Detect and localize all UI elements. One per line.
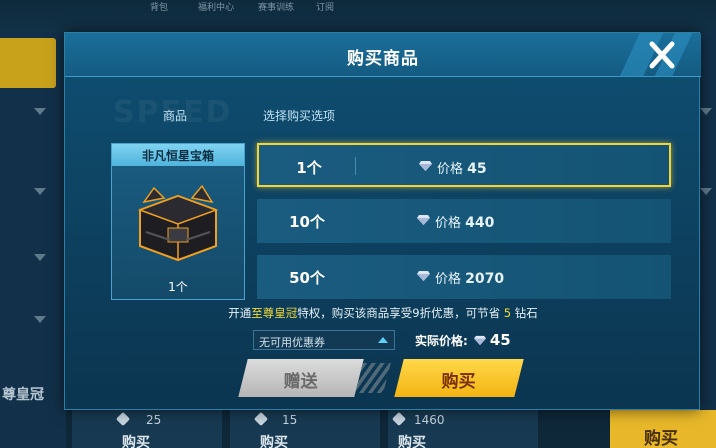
dialog-header: 购买商品 [65,33,701,77]
item-name: 非凡恒星宝箱 [141,149,214,163]
dialog-title: 购买商品 [347,49,419,69]
actual-price-value: 45 [489,331,511,349]
close-icon [649,41,675,69]
chevron-down-icon [34,316,46,323]
gift-button[interactable]: 赠送 [238,359,364,397]
shop-card[interactable]: 15 购买 [230,410,380,448]
coupon-dropdown[interactable]: 无可用优惠券 [253,330,395,350]
column-header-item: 商品 [163,109,188,123]
vip-link[interactable]: 至尊皇冠 [251,306,297,320]
actual-price: 实际价格: 45 [415,331,511,349]
chevron-down-icon [700,188,712,195]
diamond-icon [391,411,407,427]
top-tab-bar: 背包 福利中心 赛事训练 订阅 [0,0,716,32]
shop-card[interactable]: 25 购买 [72,410,222,448]
price-label: 价格 [435,272,462,287]
diamond-icon [417,271,430,281]
chevron-down-icon [34,188,46,195]
gift-button-label: 赠送 [283,372,318,392]
shop-card-buy[interactable]: 购买 [122,432,150,448]
shop-card-price: 25 [146,413,162,427]
purchase-dialog: 购买商品 SPEED 商品 选择购买选项 非凡恒星宝箱 1个 1个 价格 45 … [64,32,701,410]
vip-discount-notice: 开通至尊皇冠特权，购买该商品享受9折优惠，可节省 5 钻石 [65,305,701,321]
shop-card[interactable]: 1460 购买 [388,410,538,448]
purchase-option-10[interactable]: 10个 价格 440 [257,199,671,243]
left-sidebar: 尊皇冠 [0,32,66,448]
diamond-icon [419,161,432,171]
item-card: 非凡恒星宝箱 1个 [111,143,245,300]
chevron-down-icon [34,108,46,115]
shop-card-price: 1460 [414,413,445,427]
shop-card-buy[interactable]: 购买 [260,432,288,448]
option-price: 价格 45 [437,158,487,177]
buy-button[interactable]: 购买 [394,359,524,397]
vip-prefix: 开通 [228,306,252,320]
buy-button-label: 购买 [441,372,476,392]
sidebar-selected-tab[interactable] [0,38,56,88]
purchase-option-1[interactable]: 1个 价格 45 [257,143,671,187]
vip-middle: 特权，购买该商品享受9折优惠，可节省 [297,306,501,320]
item-name-bar: 非凡恒星宝箱 [112,144,244,166]
tab-subscribe[interactable]: 订阅 [316,0,334,13]
price-label: 价格 [435,216,462,231]
sidebar-label: 尊皇冠 [2,387,44,403]
diamond-icon [473,335,486,346]
price-label: 价格 [437,162,464,177]
price-value: 440 [465,215,495,231]
chevron-down-icon [700,108,712,115]
diamond-icon [417,215,430,225]
option-price: 价格 2070 [435,268,504,287]
tab-welfare-center[interactable]: 福利中心 [198,0,234,13]
background-buy-label: 购买 [644,429,678,448]
vip-saving-amount: 5 [503,306,512,320]
diamond-icon [115,411,131,427]
option-price: 价格 440 [435,212,494,231]
chevron-right-icon [355,363,391,393]
caret-up-icon [378,337,388,343]
tab-backpack[interactable]: 背包 [150,0,168,13]
right-edge [700,32,716,448]
column-header-options: 选择购买选项 [263,109,336,123]
diamond-icon [253,411,269,427]
option-quantity: 50个 [289,269,325,287]
treasure-chest-icon [137,184,219,262]
item-quantity: 1个 [168,280,188,294]
purchase-option-50[interactable]: 50个 价格 2070 [257,255,671,299]
price-value: 2070 [465,271,505,287]
background-buy-button[interactable]: 购买 [610,410,716,448]
divider [355,157,356,175]
actual-price-label: 实际价格: [415,334,468,348]
tab-training[interactable]: 赛事训练 [258,0,294,13]
coupon-selected-value: 无可用优惠券 [259,336,325,349]
chevron-down-icon [34,254,46,261]
vip-suffix: 钻石 [514,306,538,320]
shop-card-price: 15 [282,413,298,427]
option-quantity: 1个 [296,159,322,177]
shop-card-buy[interactable]: 购买 [398,432,426,448]
option-quantity: 10个 [289,213,325,231]
price-value: 45 [467,161,487,177]
close-button[interactable] [645,39,679,71]
